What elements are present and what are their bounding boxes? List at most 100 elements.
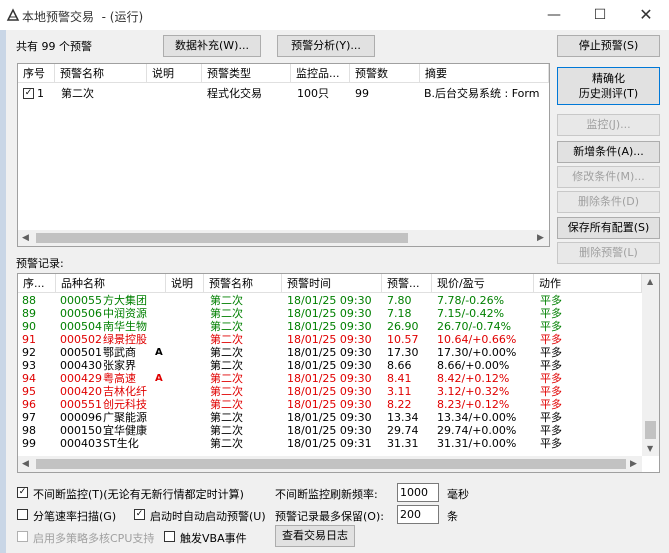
record-no: 89 (22, 307, 36, 320)
table-row[interactable]: ✓ 1 第二次 程式化交易 100只 99 B.后台交易系统 : Form (18, 87, 549, 100)
delete-condition-button[interactable]: 删除条件(D) (557, 191, 660, 213)
rec-col-time[interactable]: 预警时间 (282, 274, 382, 293)
multi-cpu-checkbox[interactable] (17, 531, 28, 542)
scroll-right-icon[interactable]: ▶ (537, 233, 544, 243)
col-header-monitor[interactable]: 监控品... (291, 64, 350, 83)
continuous-monitor-checkbox[interactable]: ✓ (17, 487, 28, 498)
record-name: 中润资源 (103, 307, 147, 320)
vertical-scrollbar[interactable]: ▲ ▼ (642, 274, 659, 456)
rec-col-action[interactable]: 动作 (534, 274, 642, 293)
record-action: 平多 (540, 294, 562, 307)
record-pnl: 29.74/+0.00% (437, 424, 517, 437)
record-pnl: 8.66/+0.00% (437, 359, 510, 372)
record-row[interactable]: 96 000551 创元科技 第二次 18/01/25 09:30 8.22 8.23/+0… (18, 398, 642, 411)
record-code: 000055 (60, 294, 102, 307)
rec-col-name[interactable]: 品种名称 (56, 274, 166, 293)
rec-scroll-left-icon[interactable]: ◀ (22, 459, 29, 469)
record-alert: 第二次 (210, 424, 243, 437)
col-header-name[interactable]: 预警名称 (55, 64, 147, 83)
delete-alert-button[interactable]: 删除预警(L) (557, 242, 660, 264)
record-alert: 第二次 (210, 320, 243, 333)
record-time: 18/01/25 09:30 (287, 307, 372, 320)
record-row[interactable]: 99 000403 ST生化 第二次 18/01/25 09:31 31.31 31.31/… (18, 437, 642, 450)
row-checkbox[interactable]: ✓ (23, 88, 34, 99)
rec-scroll-thumb[interactable] (36, 459, 626, 469)
minimize-button[interactable]: — (531, 0, 577, 30)
record-time: 18/01/25 09:30 (287, 294, 372, 307)
record-no: 98 (22, 424, 36, 437)
close-button[interactable]: ✕ (623, 0, 669, 30)
col-header-type[interactable]: 预警类型 (202, 64, 291, 83)
record-row[interactable]: 89 000506 中润资源 第二次 18/01/25 09:30 7.18 7.15/-0… (18, 307, 642, 320)
record-row[interactable]: 91 000502 绿景控股 第二次 18/01/25 09:30 10.57 10.64/… (18, 333, 642, 346)
record-code: 000430 (60, 359, 102, 372)
record-row[interactable]: 90 000504 南华生物 第二次 18/01/25 09:30 26.90 26.70/… (18, 320, 642, 333)
scroll-thumb[interactable] (36, 233, 408, 243)
rec-col-pnl[interactable]: 现价/盈亏 (432, 274, 534, 293)
record-mark: A (155, 373, 163, 384)
split-scan-checkbox[interactable] (17, 509, 28, 520)
rec-col-alert[interactable]: 预警名称 (204, 274, 282, 293)
col-header-desc[interactable]: 说明 (147, 64, 202, 83)
scroll-down-icon[interactable]: ▼ (647, 444, 653, 453)
record-mark: A (155, 347, 163, 358)
record-time: 18/01/25 09:30 (287, 398, 372, 411)
rec-col-desc[interactable]: 说明 (166, 274, 204, 293)
multi-cpu-label[interactable]: 启用多策略多核CPU支持 (33, 530, 154, 546)
record-no: 96 (22, 398, 36, 411)
horizontal-scrollbar[interactable]: ◀ ▶ (18, 230, 549, 246)
refresh-frequency-input[interactable]: 1000 (397, 483, 439, 502)
vba-event-checkbox[interactable] (164, 531, 175, 542)
vba-event-label[interactable]: 触发VBA事件 (180, 530, 247, 546)
rec-scroll-right-icon[interactable]: ▶ (630, 459, 637, 469)
auto-start-checkbox[interactable]: ✓ (134, 509, 145, 520)
fine-backtest-button[interactable]: 精确化 历史测评(T) (557, 67, 660, 105)
auto-start-label[interactable]: 启动时自动启动预警(U) (150, 508, 266, 524)
record-row[interactable]: 92 000501 鄂武商 A 第二次 18/01/25 09:30 17.30 17.30/… (18, 346, 642, 359)
record-row[interactable]: 98 000150 宜华健康 第二次 18/01/25 09:30 29.74 29.74/… (18, 424, 642, 437)
record-price: 8.22 (387, 398, 412, 411)
data-supplement-button[interactable]: 数据补充(W)... (163, 35, 261, 57)
stop-alert-button[interactable]: 停止预警(S) (557, 35, 660, 57)
save-all-config-button[interactable]: 保存所有配置(S) (557, 217, 660, 239)
row-count: 99 (355, 87, 369, 100)
record-alert: 第二次 (210, 437, 243, 450)
record-name: 方大集团 (103, 294, 147, 307)
record-pnl: 31.31/+0.00% (437, 437, 517, 450)
record-price: 10.57 (387, 333, 419, 346)
record-row[interactable]: 97 000096 广聚能源 第二次 18/01/25 09:30 13.34 13.34/… (18, 411, 642, 424)
refresh-frequency-label: 不间断监控刷新频率: (275, 488, 378, 501)
continuous-monitor-label[interactable]: 不间断监控(T)(无论有无新行情都定时计算) (33, 486, 244, 502)
edit-condition-button[interactable]: 修改条件(M)... (557, 166, 660, 188)
maximize-button[interactable]: ☐ (577, 0, 623, 30)
col-header-no[interactable]: 序号 (18, 64, 55, 83)
rec-col-price[interactable]: 预警... (382, 274, 432, 293)
record-action: 平多 (540, 411, 562, 424)
split-scan-label[interactable]: 分笔速率扫描(G) (33, 508, 116, 524)
view-trade-log-button[interactable]: 查看交易日志 (275, 525, 355, 547)
monitor-button[interactable]: 监控(J)... (557, 114, 660, 136)
record-action: 平多 (540, 424, 562, 437)
record-name: 粤高速 (103, 372, 136, 385)
record-row[interactable]: 88 000055 方大集团 第二次 18/01/25 09:30 7.80 7.78/-0… (18, 294, 642, 307)
record-action: 平多 (540, 437, 562, 450)
record-name: 张家界 (103, 359, 136, 372)
record-pnl: 7.15/-0.42% (437, 307, 505, 320)
scroll-left-icon[interactable]: ◀ (22, 233, 29, 243)
scroll-thumb-vertical[interactable] (645, 421, 656, 439)
max-records-input[interactable]: 200 (397, 505, 439, 524)
scroll-up-icon[interactable]: ▲ (647, 277, 653, 286)
record-row[interactable]: 95 000420 吉林化纤 第二次 18/01/25 09:30 3.11 3.12/+0… (18, 385, 642, 398)
record-row[interactable]: 94 000429 粤高速 A 第二次 18/01/25 09:30 8.41 8.42/+0… (18, 372, 642, 385)
alert-analysis-button[interactable]: 预警分析(Y)... (277, 35, 375, 57)
col-header-count[interactable]: 预警数 (350, 64, 420, 83)
record-no: 92 (22, 346, 36, 359)
add-condition-button[interactable]: 新增条件(A)... (557, 141, 660, 163)
record-alert: 第二次 (210, 359, 243, 372)
record-no: 94 (22, 372, 36, 385)
record-name: 创元科技 (103, 398, 147, 411)
col-header-summary[interactable]: 摘要 (420, 64, 549, 83)
rec-col-no[interactable]: 序... (18, 274, 56, 293)
records-horizontal-scrollbar[interactable]: ◀ ▶ (18, 456, 642, 472)
record-row[interactable]: 93 000430 张家界 第二次 18/01/25 09:30 8.66 8.66/+0.… (18, 359, 642, 372)
